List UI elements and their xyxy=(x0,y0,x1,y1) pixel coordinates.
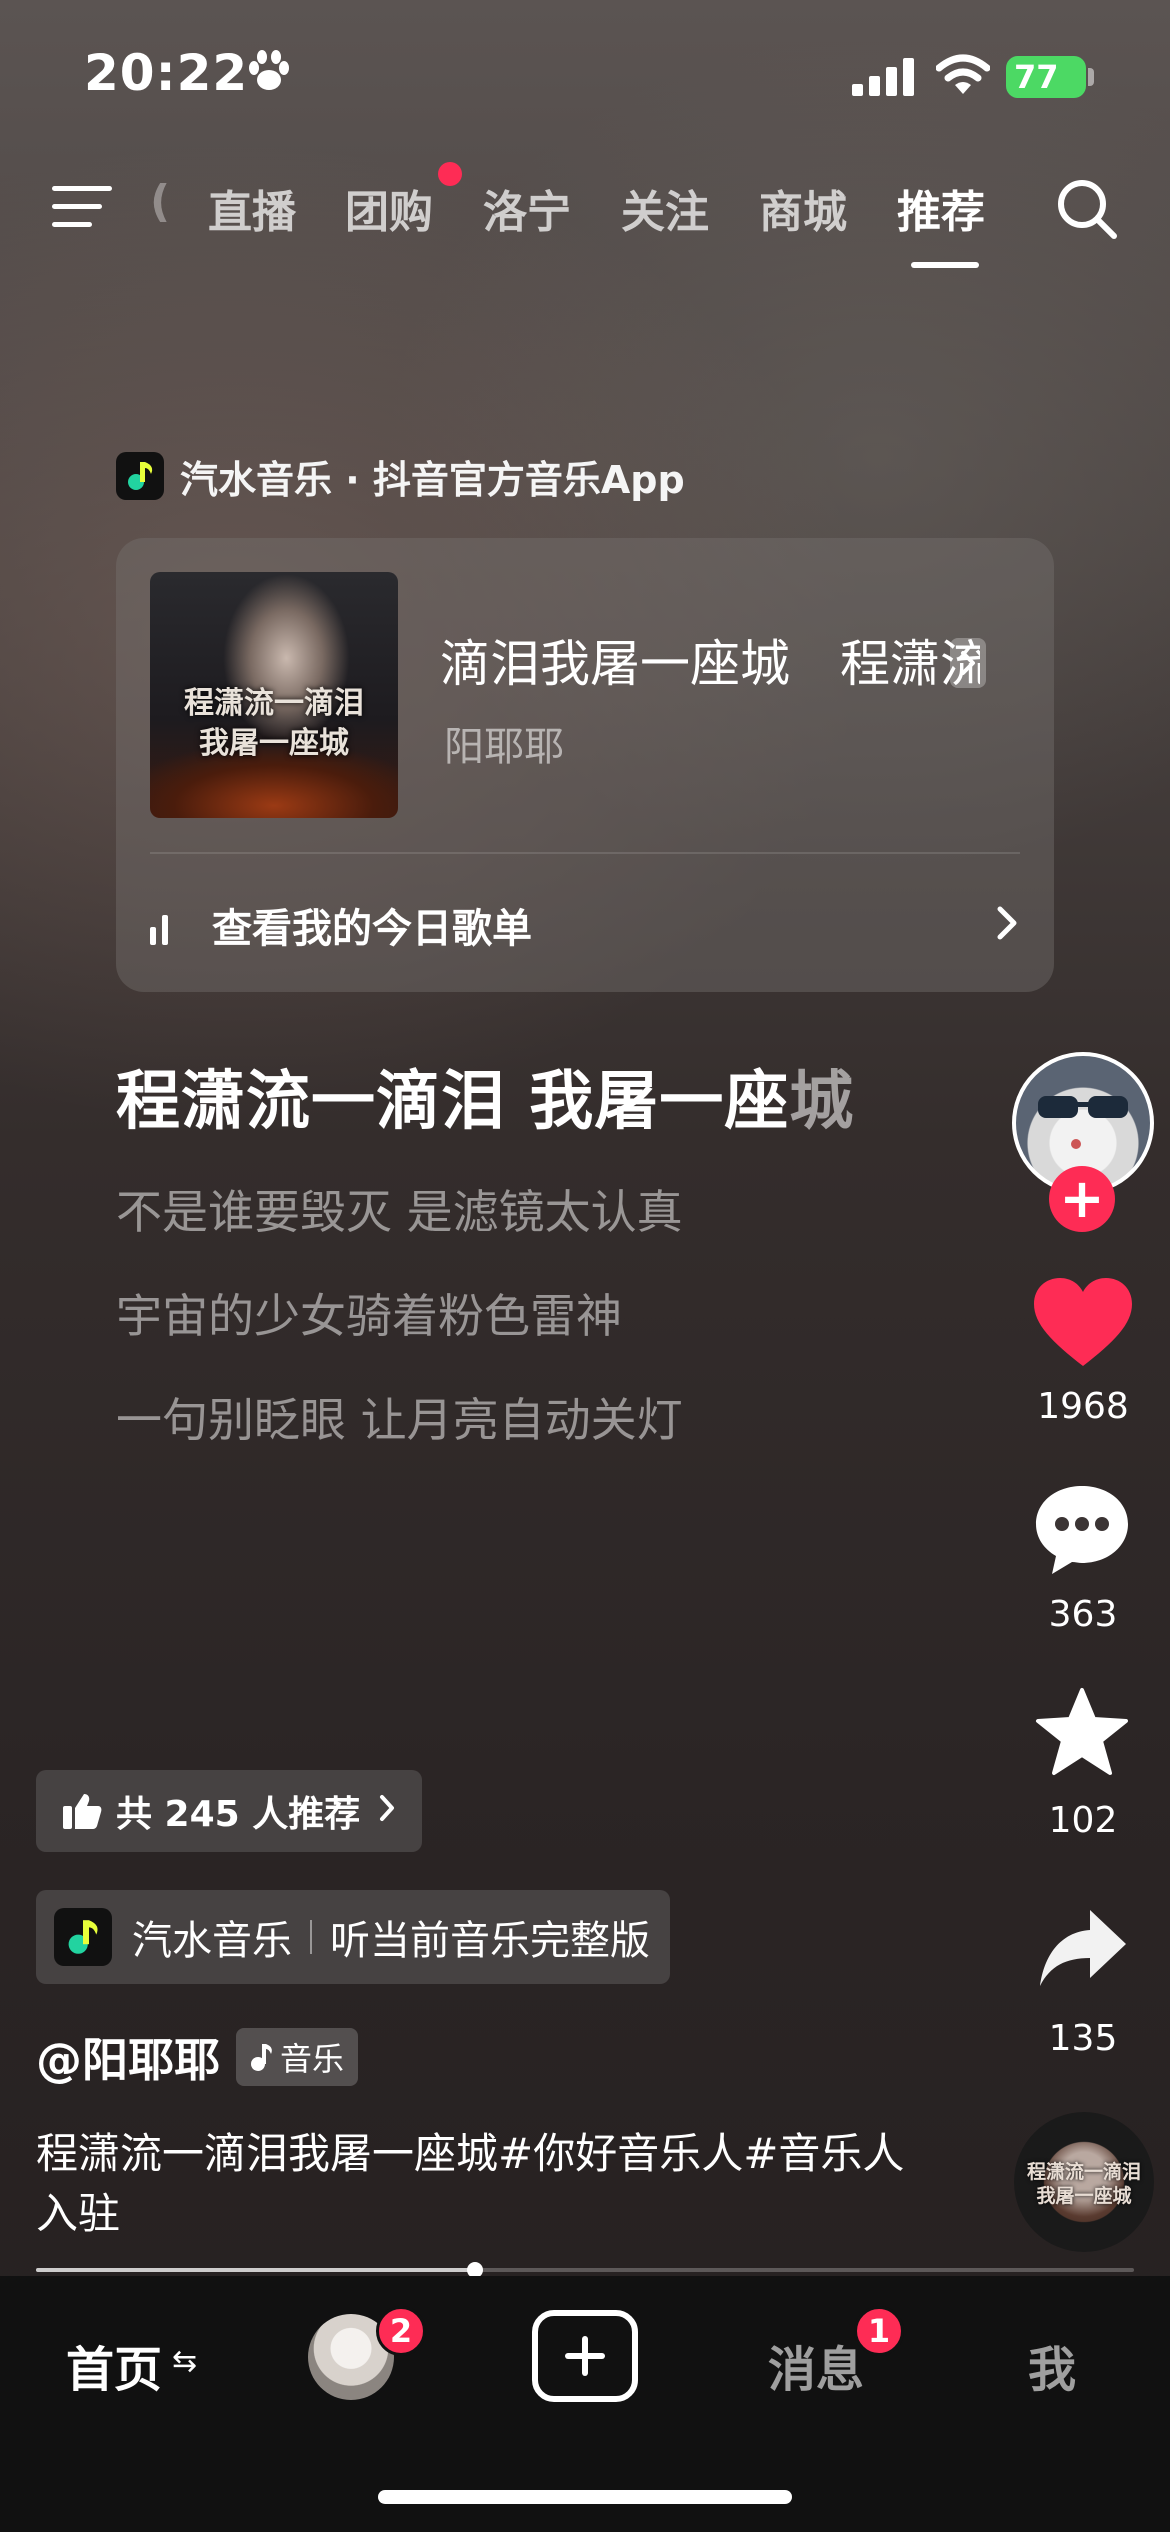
progress-fill xyxy=(36,2268,475,2272)
tab-partial[interactable]: ( xyxy=(150,176,170,227)
tab-mall[interactable]: 商城 xyxy=(759,176,847,240)
tab-live[interactable]: 直播 xyxy=(208,176,296,240)
album-text-line-1: 程潇流一滴泪 xyxy=(184,686,364,721)
like-count: 1968 xyxy=(1037,1386,1129,1427)
qishui-source-row[interactable]: 汽水音乐 · 抖音官方音乐App xyxy=(116,448,685,504)
signal-icon xyxy=(852,58,916,100)
tab-recommend[interactable]: 推荐 xyxy=(897,176,985,240)
recommend-count-label: 共 245 人推荐 xyxy=(116,1794,361,1835)
menu-icon[interactable] xyxy=(52,182,114,236)
plus-icon xyxy=(565,2336,605,2376)
disc-cover-text: 程潇流一滴泪 我屠一座城 xyxy=(1014,2160,1154,2208)
qishui-name: 汽水音乐 xyxy=(132,1918,292,1964)
thumbs-up-icon xyxy=(63,1794,102,1829)
star-icon[interactable] xyxy=(1034,1686,1130,1782)
album-cover-text: 程潇流一滴泪 我屠一座城 xyxy=(164,684,384,764)
song-title-marquee[interactable]: 滴泪我屠一座城 程潇流一滴泪我屠一座城 xyxy=(440,624,980,694)
disc-text-line-2: 我屠一座城 xyxy=(1036,2185,1132,2207)
disc-text-line-1: 程潇流一滴泪 xyxy=(1026,2161,1141,2183)
tab-local[interactable]: 洛宁 xyxy=(483,176,571,240)
messages-badge: 1 xyxy=(854,2306,904,2356)
qishui-full-version-pill[interactable]: 汽水音乐 听当前音乐完整版 xyxy=(36,1890,670,1984)
song-artist: 阳耶耶 xyxy=(444,724,564,770)
nav-messages[interactable]: 消息 xyxy=(768,2330,864,2400)
listen-full-version-label: 听当前音乐完整版 xyxy=(330,1918,650,1964)
daily-playlist-label: 查看我的今日歌单 xyxy=(212,906,532,952)
lyric-line: 一句别眨眼 让月亮自动关灯 xyxy=(116,1393,683,1447)
current-lyric-unsung: 城 xyxy=(789,1065,855,1139)
music-tag-label: 音乐 xyxy=(280,2040,345,2078)
status-bar: 20:22 77 xyxy=(0,0,1170,150)
author-row: @阳耶耶 音乐 xyxy=(36,2024,359,2090)
chevron-right-icon xyxy=(961,651,975,675)
status-time: 20:22 xyxy=(84,44,249,102)
notification-dot xyxy=(438,162,462,186)
pill-divider xyxy=(310,1920,312,1954)
album-cover[interactable]: 程潇流一滴泪 我屠一座城 xyxy=(150,572,398,818)
home-indicator xyxy=(378,2490,792,2504)
song-title: 滴泪我屠一座城 程潇流一滴泪我屠一座城 xyxy=(440,635,980,693)
current-lyric-sung: 程潇流一滴泪 我屠一座 xyxy=(116,1065,790,1139)
comment-count: 363 xyxy=(1048,1594,1118,1635)
card-divider xyxy=(150,852,1020,854)
follow-button[interactable]: + xyxy=(1049,1166,1115,1232)
create-button[interactable] xyxy=(532,2310,638,2402)
chevron-right-icon xyxy=(994,903,1020,947)
friends-badge: 2 xyxy=(376,2306,426,2356)
lyric-line: 不是谁要毁灭 是滤镜太认真 xyxy=(116,1185,683,1239)
wifi-icon xyxy=(935,54,991,100)
active-tab-indicator xyxy=(911,262,979,268)
nav-me[interactable]: 我 xyxy=(1028,2330,1076,2400)
album-text-line-2: 我屠一座城 xyxy=(199,726,349,761)
swap-icon: ⇆ xyxy=(172,2344,198,2379)
qishui-source-label: 汽水音乐 · 抖音官方音乐App xyxy=(180,457,685,502)
qishui-logo-icon xyxy=(116,452,164,500)
lyric-line: 宇宙的少女骑着粉色雷神 xyxy=(116,1289,622,1343)
recommend-count-pill[interactable]: 共 245 人推荐 xyxy=(36,1770,423,1852)
video-description[interactable]: 程潇流一滴泪我屠一座城#你好音乐人#音乐人入驻 xyxy=(36,2124,916,2244)
music-tag[interactable]: 音乐 xyxy=(236,2028,359,2086)
comment-icon[interactable] xyxy=(1032,1482,1132,1582)
chevron-right-icon xyxy=(378,1791,396,1832)
heart-icon[interactable] xyxy=(1032,1276,1134,1372)
song-detail-button[interactable] xyxy=(950,638,986,688)
battery-icon: 77 xyxy=(1006,56,1086,98)
tab-follow[interactable]: 关注 xyxy=(621,176,709,240)
battery-level: 77 xyxy=(1014,58,1059,96)
current-lyric: 程潇流一滴泪 我屠一座城 xyxy=(116,1050,854,1142)
battery-tip xyxy=(1088,68,1094,86)
search-icon[interactable] xyxy=(1054,176,1120,246)
nav-home[interactable]: 首页 xyxy=(66,2330,162,2400)
paw-icon xyxy=(246,50,292,98)
share-count: 135 xyxy=(1048,2018,1118,2059)
tab-group-buy[interactable]: 团购 xyxy=(345,176,433,240)
daily-playlist-row[interactable]: 查看我的今日歌单 xyxy=(150,895,1020,955)
music-disc[interactable]: 程潇流一滴泪 我屠一座城 xyxy=(1014,2112,1154,2252)
author-name[interactable]: @阳耶耶 xyxy=(36,2024,220,2090)
music-note-icon xyxy=(251,2044,272,2071)
share-icon[interactable] xyxy=(1036,1906,1130,1994)
sound-bars-icon xyxy=(150,905,190,945)
favorite-count: 102 xyxy=(1048,1800,1118,1841)
qishui-logo-icon xyxy=(54,1908,112,1966)
